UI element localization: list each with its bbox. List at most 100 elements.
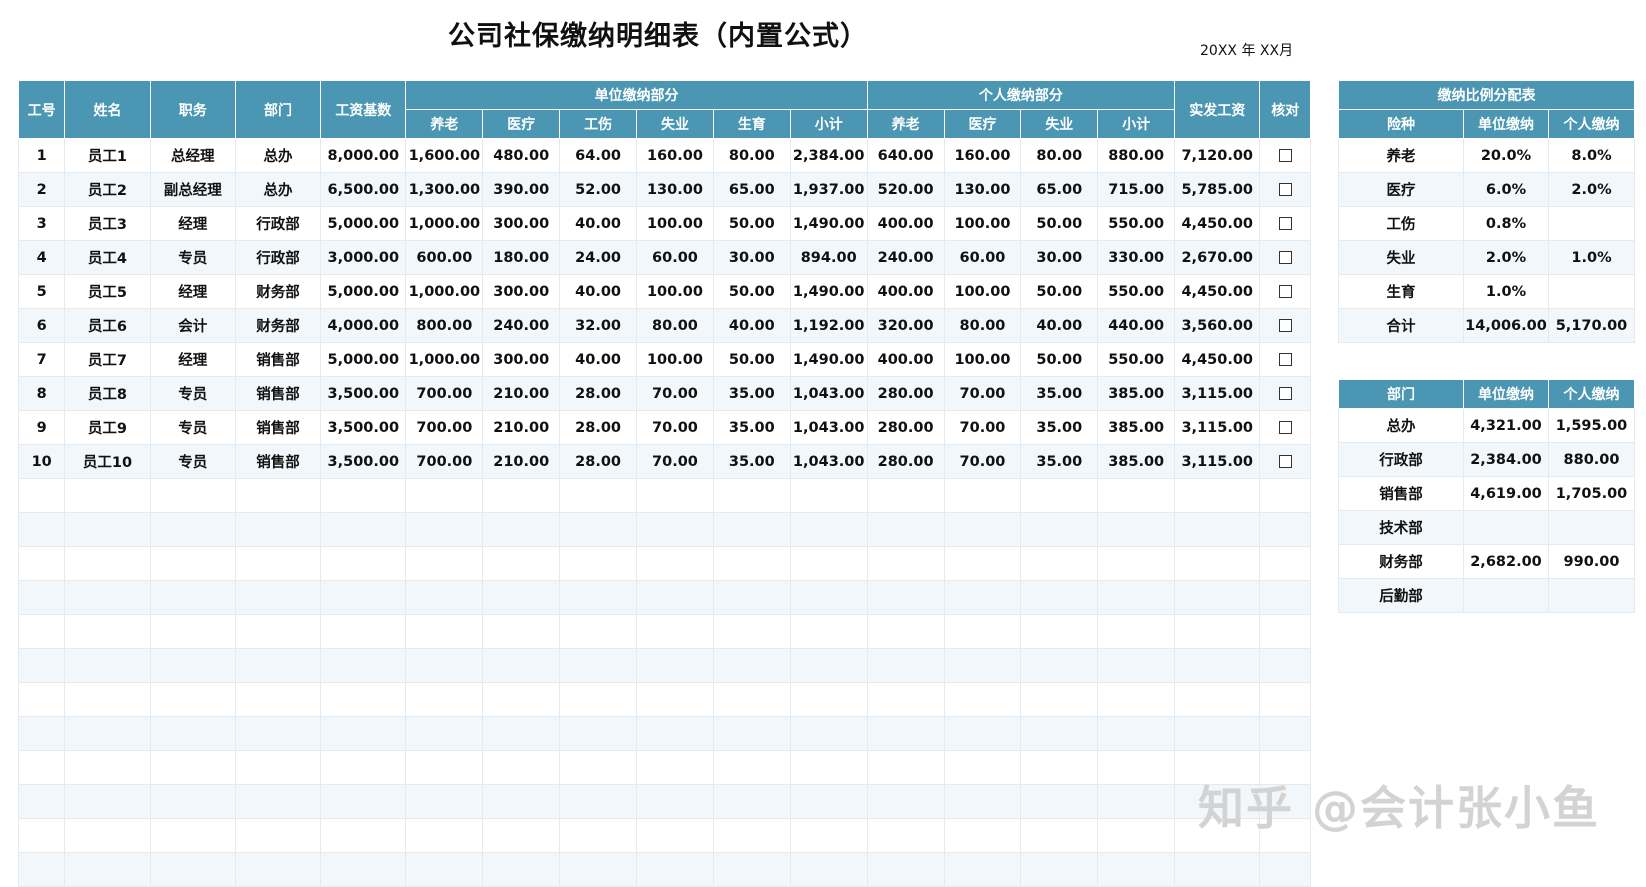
empty-cell[interactable] — [789, 682, 868, 717]
empty-cell[interactable] — [1097, 784, 1176, 819]
empty-cell[interactable] — [482, 614, 561, 649]
table-cell[interactable]: 专员 — [149, 444, 236, 479]
table-cell[interactable]: 4,619.00 — [1463, 476, 1549, 511]
verify-checkbox[interactable] — [1278, 183, 1292, 196]
empty-cell[interactable] — [17, 750, 66, 785]
table-cell[interactable]: 14,006.00 — [1463, 308, 1549, 343]
empty-cell[interactable] — [712, 614, 791, 649]
empty-cell[interactable] — [1020, 546, 1099, 581]
empty-cell[interactable] — [320, 682, 407, 717]
table-cell[interactable]: 30.00 — [1020, 240, 1099, 275]
empty-cell[interactable] — [1020, 818, 1099, 853]
empty-cell[interactable] — [234, 750, 322, 785]
table-cell[interactable]: 0.8% — [1463, 206, 1549, 241]
empty-cell[interactable] — [234, 818, 322, 853]
empty-cell[interactable] — [482, 478, 561, 513]
empty-cell[interactable] — [1097, 716, 1176, 751]
table-cell[interactable]: 100.00 — [943, 206, 1022, 241]
table-cell[interactable]: 总经理 — [149, 138, 236, 173]
empty-cell[interactable] — [636, 478, 714, 513]
table-cell[interactable]: 990.00 — [1548, 544, 1635, 579]
table-cell[interactable]: 2.0% — [1463, 240, 1549, 275]
empty-cell[interactable] — [64, 716, 151, 751]
empty-cell[interactable] — [405, 512, 484, 547]
table-cell[interactable]: 640.00 — [866, 138, 945, 173]
table-cell[interactable] — [1463, 578, 1549, 613]
empty-cell[interactable] — [866, 750, 945, 785]
table-cell[interactable] — [1463, 510, 1549, 545]
table-cell[interactable]: 1,000.00 — [405, 206, 484, 241]
table-cell[interactable]: 生育 — [1338, 274, 1464, 309]
empty-cell[interactable] — [405, 784, 484, 819]
table-cell[interactable]: 2,670.00 — [1174, 240, 1261, 275]
empty-cell[interactable] — [943, 614, 1022, 649]
table-cell[interactable]: 80.00 — [712, 138, 791, 173]
empty-cell[interactable] — [636, 750, 714, 785]
empty-cell[interactable] — [1259, 580, 1311, 615]
table-cell[interactable]: 70.00 — [636, 376, 714, 411]
empty-cell[interactable] — [1259, 512, 1311, 547]
table-cell[interactable]: 1,043.00 — [789, 410, 868, 445]
empty-cell[interactable] — [405, 614, 484, 649]
table-cell[interactable]: 550.00 — [1097, 274, 1176, 309]
table-cell[interactable]: 130.00 — [636, 172, 714, 207]
empty-cell[interactable] — [64, 852, 151, 887]
empty-cell[interactable] — [17, 614, 66, 649]
empty-cell[interactable] — [234, 784, 322, 819]
empty-cell[interactable] — [1097, 614, 1176, 649]
table-cell[interactable]: 35.00 — [1020, 444, 1099, 479]
empty-cell[interactable] — [64, 784, 151, 819]
table-cell[interactable]: 7 — [17, 342, 66, 377]
empty-cell[interactable] — [482, 512, 561, 547]
table-cell[interactable]: 8 — [17, 376, 66, 411]
empty-cell[interactable] — [149, 546, 236, 581]
empty-cell[interactable] — [149, 478, 236, 513]
table-cell[interactable]: 1,192.00 — [789, 308, 868, 343]
empty-cell[interactable] — [320, 716, 407, 751]
table-cell[interactable]: 400.00 — [866, 206, 945, 241]
empty-cell[interactable] — [64, 682, 151, 717]
table-cell[interactable]: 280.00 — [866, 410, 945, 445]
table-cell[interactable]: 经理 — [149, 342, 236, 377]
table-cell[interactable]: 员工7 — [64, 342, 151, 377]
table-cell[interactable]: 总办 — [1338, 408, 1464, 443]
table-cell[interactable] — [1548, 206, 1635, 241]
empty-cell[interactable] — [789, 818, 868, 853]
table-cell[interactable]: 894.00 — [789, 240, 868, 275]
table-cell[interactable]: 销售部 — [234, 342, 322, 377]
verify-checkbox[interactable] — [1278, 319, 1292, 332]
table-cell[interactable]: 经理 — [149, 206, 236, 241]
table-cell[interactable]: 3,115.00 — [1174, 410, 1261, 445]
table-cell[interactable]: 50.00 — [712, 206, 791, 241]
verify-checkbox[interactable] — [1278, 251, 1292, 264]
empty-cell[interactable] — [712, 478, 791, 513]
empty-cell[interactable] — [1097, 750, 1176, 785]
table-cell[interactable]: 385.00 — [1097, 410, 1176, 445]
table-cell[interactable]: 员工6 — [64, 308, 151, 343]
empty-cell[interactable] — [1174, 716, 1261, 751]
table-cell[interactable]: 100.00 — [943, 342, 1022, 377]
table-cell[interactable]: 80.00 — [943, 308, 1022, 343]
empty-cell[interactable] — [559, 682, 638, 717]
empty-cell[interactable] — [559, 546, 638, 581]
table-cell[interactable]: 3,560.00 — [1174, 308, 1261, 343]
table-cell[interactable]: 715.00 — [1097, 172, 1176, 207]
empty-cell[interactable] — [943, 750, 1022, 785]
table-cell[interactable]: 240.00 — [866, 240, 945, 275]
table-cell[interactable]: 6,500.00 — [320, 172, 407, 207]
empty-cell[interactable] — [636, 818, 714, 853]
empty-cell[interactable] — [149, 750, 236, 785]
table-cell[interactable]: 销售部 — [234, 376, 322, 411]
empty-cell[interactable] — [1174, 852, 1261, 887]
empty-cell[interactable] — [17, 852, 66, 887]
empty-cell[interactable] — [1259, 852, 1311, 887]
table-cell[interactable]: 6 — [17, 308, 66, 343]
empty-cell[interactable] — [1259, 682, 1311, 717]
table-cell[interactable]: 3,500.00 — [320, 376, 407, 411]
empty-cell[interactable] — [789, 546, 868, 581]
table-cell[interactable]: 210.00 — [482, 444, 561, 479]
empty-cell[interactable] — [943, 580, 1022, 615]
empty-cell[interactable] — [1174, 478, 1261, 513]
empty-cell[interactable] — [482, 546, 561, 581]
table-cell[interactable]: 3,500.00 — [320, 410, 407, 445]
